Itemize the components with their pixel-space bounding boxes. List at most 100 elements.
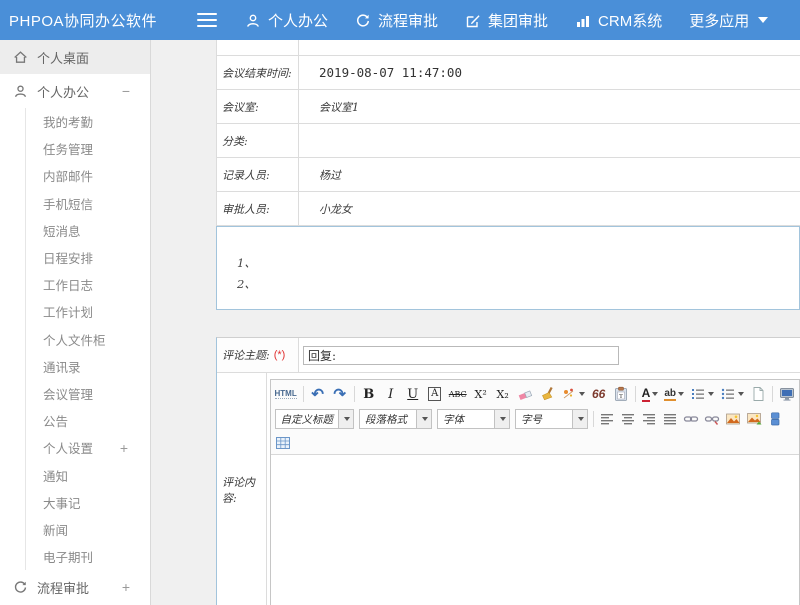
align-center-icon[interactable] — [620, 410, 636, 428]
font-size-select[interactable]: 字号 — [515, 409, 588, 429]
sidebar-item-sms[interactable]: 手机短信 — [26, 190, 150, 217]
eraser-icon[interactable] — [517, 385, 533, 403]
unordered-list-icon[interactable] — [720, 385, 744, 403]
top-navigation: 个人办公 流程审批 集团审批 CRM系统 更多应用 — [245, 10, 768, 31]
paint-format-icon[interactable] — [561, 385, 585, 403]
home-icon — [13, 49, 28, 65]
app-title: PHPOA协同办公软件 — [0, 10, 155, 31]
blockquote-icon[interactable]: 66 — [591, 385, 607, 403]
align-right-icon[interactable] — [641, 410, 657, 428]
note-line: 1、 — [237, 253, 799, 274]
bold-icon[interactable]: B — [361, 385, 377, 403]
sidebar-item-major-events[interactable]: 大事记 — [26, 489, 150, 516]
sidebar-item-personal-settings[interactable]: 个人设置 + — [26, 434, 150, 461]
undo-icon[interactable]: ↶ — [310, 385, 326, 403]
sidebar-item-work-plan[interactable]: 工作计划 — [26, 298, 150, 325]
align-justify-icon[interactable] — [662, 410, 678, 428]
row-label: 分类: — [217, 124, 299, 157]
sidebar-item-notification[interactable]: 通知 — [26, 461, 150, 488]
sidebar-item-meeting-management[interactable]: 会议管理 — [26, 380, 150, 407]
sidebar-item-task-management[interactable]: 任务管理 — [26, 135, 150, 162]
font-color-icon[interactable]: A — [642, 385, 659, 403]
caret-down-icon — [579, 392, 585, 396]
nav-label: 更多应用 — [689, 10, 749, 31]
table-row-meeting-end-time: 会议结束时间: 2019-08-07 11:47:00 — [217, 56, 800, 90]
highlight-color-icon[interactable]: ab — [664, 385, 684, 403]
heading-style-select[interactable]: 自定义标题 — [275, 409, 355, 429]
sidebar-submenu: 我的考勤 任务管理 内部邮件 手机短信 短消息 日程安排 工作日志 工作计划 个… — [25, 108, 150, 570]
sidebar-item-personal-files[interactable]: 个人文件柜 — [26, 326, 150, 353]
sidebar-item-internal-mail[interactable]: 内部邮件 — [26, 162, 150, 189]
paragraph-format-select[interactable]: 段落格式 — [359, 409, 432, 429]
ordered-list-icon[interactable] — [690, 385, 714, 403]
row-value: 会议室1 — [299, 90, 800, 123]
nav-personal-office[interactable]: 个人办公 — [245, 10, 328, 31]
link-icon[interactable] — [683, 410, 699, 428]
fullscreen-icon[interactable] — [779, 385, 795, 403]
sidebar-item-e-journal[interactable]: 电子期刊 — [26, 543, 150, 570]
required-mark: (*) — [274, 349, 286, 361]
image-upload-icon[interactable] — [746, 410, 762, 428]
italic-icon[interactable]: I — [383, 385, 399, 403]
sidebar-item-personal-office[interactable]: 个人办公 − — [0, 74, 150, 108]
sidebar-item-workflow-approval[interactable]: 流程审批 + — [0, 570, 150, 604]
caret-down-icon — [652, 392, 658, 396]
content-area: 会议结束时间: 2019-08-07 11:47:00 会议室: 会议室1 分类… — [151, 40, 800, 605]
expand-toggle[interactable]: + — [120, 440, 128, 456]
superscript-icon[interactable]: X² — [473, 385, 489, 403]
expand-toggle[interactable]: + — [122, 579, 130, 595]
sidebar-item-label: 个人办公 — [37, 82, 113, 101]
char-border-icon[interactable]: A — [427, 385, 443, 403]
chart-icon — [575, 11, 591, 28]
editor-content-area[interactable] — [271, 455, 800, 605]
image-icon[interactable] — [725, 410, 741, 428]
row-value: 小龙女 — [299, 192, 800, 225]
svg-text:T: T — [619, 393, 623, 400]
comment-subject-row: 评论主题: (*) — [217, 338, 800, 373]
new-document-icon[interactable] — [750, 385, 766, 403]
clean-format-icon[interactable] — [539, 385, 555, 403]
table-row-category: 分类: — [217, 124, 800, 158]
underline-icon[interactable]: U — [405, 385, 421, 403]
redo-icon[interactable]: ↷ — [332, 385, 348, 403]
meeting-detail-table: 会议结束时间: 2019-08-07 11:47:00 会议室: 会议室1 分类… — [216, 40, 800, 226]
sidebar-item-announcement[interactable]: 公告 — [26, 407, 150, 434]
comment-form: 评论主题: (*) 评论内容: HTML — [216, 337, 800, 605]
caret-down-icon — [416, 410, 431, 428]
nav-label: 集团审批 — [488, 10, 548, 31]
paste-icon[interactable]: T — [613, 385, 629, 403]
font-family-select[interactable]: 字体 — [437, 409, 510, 429]
sidebar-item-schedule[interactable]: 日程安排 — [26, 244, 150, 271]
nav-group-approval[interactable]: 集团审批 — [465, 10, 548, 31]
html-source-button[interactable]: HTML — [275, 385, 297, 403]
sidebar-item-work-log[interactable]: 工作日志 — [26, 271, 150, 298]
caret-down-icon — [494, 410, 509, 428]
sidebar-item-contacts[interactable]: 通讯录 — [26, 353, 150, 380]
caret-down-icon — [738, 392, 744, 396]
sidebar-item-my-attendance[interactable]: 我的考勤 — [26, 108, 150, 135]
sidebar-item-short-message[interactable]: 短消息 — [26, 217, 150, 244]
nav-more-apps[interactable]: 更多应用 — [689, 10, 768, 31]
hamburger-menu-icon[interactable] — [197, 9, 217, 31]
collapse-toggle[interactable]: − — [122, 83, 130, 99]
sidebar: 个人桌面 个人办公 − 我的考勤 任务管理 内部邮件 手机短信 短消息 日程安排… — [0, 40, 151, 605]
media-icon[interactable] — [767, 410, 783, 428]
person-icon — [245, 11, 261, 28]
caret-down-icon — [678, 392, 684, 396]
unlink-icon[interactable] — [704, 410, 720, 428]
sidebar-item-news[interactable]: 新闻 — [26, 516, 150, 543]
rich-text-editor: HTML ↶ ↷ B I U A ABC X² — [270, 379, 800, 605]
comment-subject-label-cell: 评论主题: (*) — [217, 338, 299, 372]
editor-toolbar: HTML ↶ ↷ B I U A ABC X² — [271, 380, 800, 455]
comment-subject-input[interactable] — [303, 346, 619, 365]
nav-crm-system[interactable]: CRM系统 — [575, 10, 662, 31]
caret-down-icon — [338, 410, 353, 428]
subscript-icon[interactable]: X₂ — [495, 385, 511, 403]
row-label: 审批人员: — [217, 192, 299, 225]
strikethrough-icon[interactable]: ABC — [449, 385, 467, 403]
align-left-icon[interactable] — [599, 410, 615, 428]
edit-icon — [465, 11, 481, 28]
sidebar-item-personal-desktop[interactable]: 个人桌面 — [0, 40, 150, 74]
table-icon[interactable] — [275, 434, 291, 452]
nav-workflow-approval[interactable]: 流程审批 — [355, 10, 438, 31]
